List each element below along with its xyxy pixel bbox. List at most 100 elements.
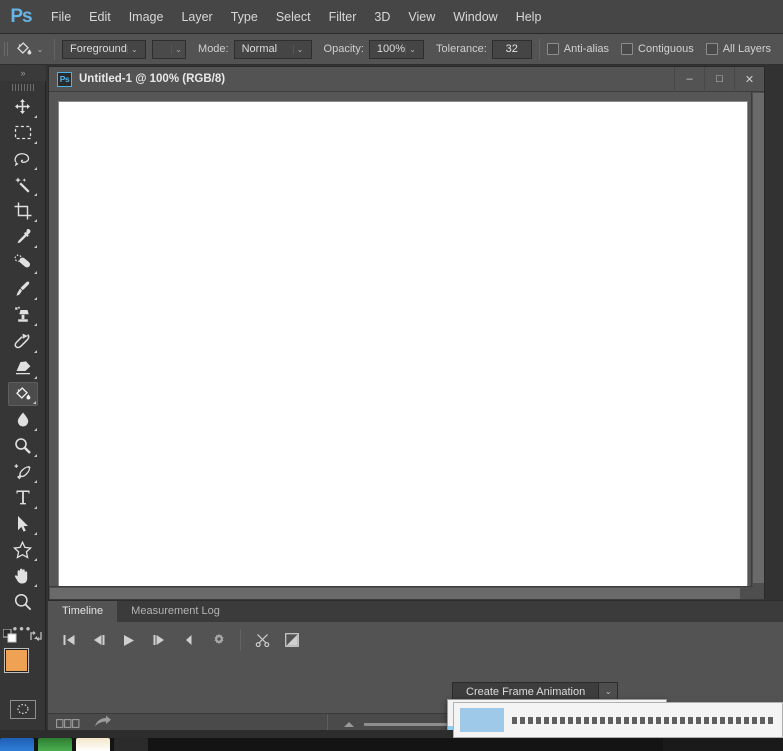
contiguous-label: Contiguous <box>638 43 694 55</box>
fill-source-select[interactable]: Foreground ⌄ <box>62 39 146 59</box>
blend-mode-select[interactable]: Normal ⌄ <box>233 39 312 59</box>
tool-flyout-indicator <box>33 427 37 431</box>
go-to-first-frame-button[interactable] <box>54 625 84 655</box>
minimize-button[interactable]: – <box>674 66 704 92</box>
lasso-tool[interactable] <box>8 147 38 171</box>
checkbox-box-icon <box>705 43 718 55</box>
tab-timeline[interactable]: Timeline <box>48 601 118 622</box>
brush-tool[interactable] <box>8 277 38 301</box>
rectangular-marquee-tool[interactable] <box>8 121 38 145</box>
tooltip-text-placeholder <box>512 716 776 724</box>
tool-flyout-indicator <box>33 167 37 171</box>
tool-flyout-indicator <box>33 323 37 327</box>
default-colors-icon[interactable] <box>2 628 17 643</box>
all-layers-label: All Layers <box>722 43 771 55</box>
zoom-slider-track[interactable] <box>364 722 452 726</box>
document-title-bar[interactable]: Ps Untitled-1 @ 100% (RGB/8) – □ ✕ <box>49 66 764 92</box>
tab-measurement-log[interactable]: Measurement Log <box>117 601 234 622</box>
menu-edit[interactable]: Edit <box>80 0 120 34</box>
tool-preset-picker-arrow[interactable]: ⌄ <box>33 40 47 59</box>
select-previous-frame-button[interactable] <box>84 625 114 655</box>
blur-tool[interactable] <box>8 408 38 432</box>
audio-mute-button[interactable] <box>174 625 204 655</box>
menu-bar: Ps File Edit Image Layer Type Select Fil… <box>0 0 783 34</box>
split-at-playhead-button[interactable] <box>247 625 277 655</box>
timeline-settings-button[interactable] <box>204 625 234 655</box>
clone-stamp-tool[interactable] <box>8 303 38 327</box>
menu-file[interactable]: File <box>42 0 80 34</box>
menu-window[interactable]: Window <box>444 0 506 34</box>
crop-tool[interactable] <box>8 199 38 223</box>
spot-healing-brush-tool[interactable] <box>8 251 38 275</box>
collapse-toolbar-button[interactable]: » <box>0 65 46 82</box>
move-tool[interactable] <box>8 95 38 119</box>
tool-flyout-indicator <box>33 219 37 223</box>
custom-shape-tool[interactable] <box>8 538 38 562</box>
pattern-swatch-picker[interactable]: ⌄ <box>151 39 187 59</box>
menu-help[interactable]: Help <box>507 0 551 34</box>
anti-alias-checkbox[interactable]: Anti-alias <box>546 43 610 55</box>
pen-tool[interactable] <box>8 460 38 484</box>
zoom-out-icon[interactable] <box>344 721 354 727</box>
horizontal-type-tool[interactable] <box>8 486 38 510</box>
menu-3d[interactable]: 3D <box>365 0 399 34</box>
scrollbar-thumb[interactable] <box>753 93 764 583</box>
taskbar-app-icon[interactable] <box>38 738 72 751</box>
menu-type[interactable]: Type <box>222 0 267 34</box>
blend-mode-value: Normal <box>241 43 278 55</box>
switch-colors-icon[interactable] <box>29 629 43 643</box>
all-layers-checkbox[interactable]: All Layers <box>705 43 771 55</box>
taskbar-app-icon[interactable] <box>76 738 110 751</box>
eraser-tool[interactable] <box>8 356 38 380</box>
tool-flyout-indicator <box>33 584 37 588</box>
options-bar-grip[interactable] <box>4 39 11 59</box>
tolerance-input[interactable]: 32 <box>491 39 532 59</box>
canvas-vertical-scrollbar[interactable] <box>751 92 764 599</box>
select-next-frame-button[interactable] <box>144 625 174 655</box>
tool-flyout-indicator <box>33 141 37 144</box>
scrollbar-thumb[interactable] <box>50 588 740 599</box>
quick-mask-toggle-button[interactable] <box>9 699 36 719</box>
foreground-color-swatch[interactable] <box>3 648 29 674</box>
tool-flyout-indicator <box>33 271 37 275</box>
maximize-button[interactable]: □ <box>704 66 734 92</box>
play-button[interactable] <box>114 625 144 655</box>
history-brush-tool[interactable] <box>8 329 38 353</box>
os-taskbar <box>0 738 783 751</box>
tool-options-bar: ⌄ Foreground ⌄ ⌄ Mode: Normal ⌄ Opacity:… <box>0 34 783 65</box>
paint-bucket-icon[interactable] <box>14 38 33 60</box>
dodge-tool[interactable] <box>8 434 38 458</box>
transition-button[interactable] <box>277 625 307 655</box>
timeline-controls <box>48 622 783 658</box>
canvas-horizontal-scrollbar[interactable] <box>49 586 753 599</box>
chevron-down-icon: ⌄ <box>171 44 185 54</box>
opacity-value: 100% <box>376 43 406 55</box>
taskbar-app-icon[interactable] <box>0 738 34 751</box>
canvas[interactable] <box>58 101 748 591</box>
toolbar-grip[interactable] <box>0 81 46 94</box>
anti-alias-label: Anti-alias <box>563 43 610 55</box>
tool-flyout-indicator <box>33 114 37 118</box>
close-button[interactable]: ✕ <box>734 66 764 92</box>
paint-bucket-tool[interactable] <box>7 381 38 406</box>
quick-selection-tool[interactable] <box>8 173 38 197</box>
menu-view[interactable]: View <box>399 0 444 34</box>
opacity-input[interactable]: 100% ⌄ <box>368 39 425 59</box>
hand-tool[interactable] <box>8 564 38 588</box>
eyedropper-tool[interactable] <box>8 225 38 249</box>
options-separator-2 <box>538 38 540 60</box>
contiguous-checkbox[interactable]: Contiguous <box>621 43 694 55</box>
menu-select[interactable]: Select <box>267 0 320 34</box>
document-window: Ps Untitled-1 @ 100% (RGB/8) – □ ✕ 100% … <box>48 66 766 616</box>
window-controls: – □ ✕ <box>674 66 764 92</box>
tool-flyout-indicator <box>33 193 37 197</box>
menu-image[interactable]: Image <box>120 0 173 34</box>
chevron-down-icon: ⌄ <box>292 44 307 54</box>
taskbar-system-tray[interactable] <box>663 738 783 751</box>
zoom-tool[interactable] <box>8 590 38 614</box>
taskbar-app-icon[interactable] <box>114 738 148 751</box>
menu-filter[interactable]: Filter <box>320 0 366 34</box>
menu-layer[interactable]: Layer <box>172 0 221 34</box>
path-selection-tool[interactable] <box>8 512 38 536</box>
document-body: 100% Doc: 1.00M/0 bytes › <box>49 92 766 616</box>
